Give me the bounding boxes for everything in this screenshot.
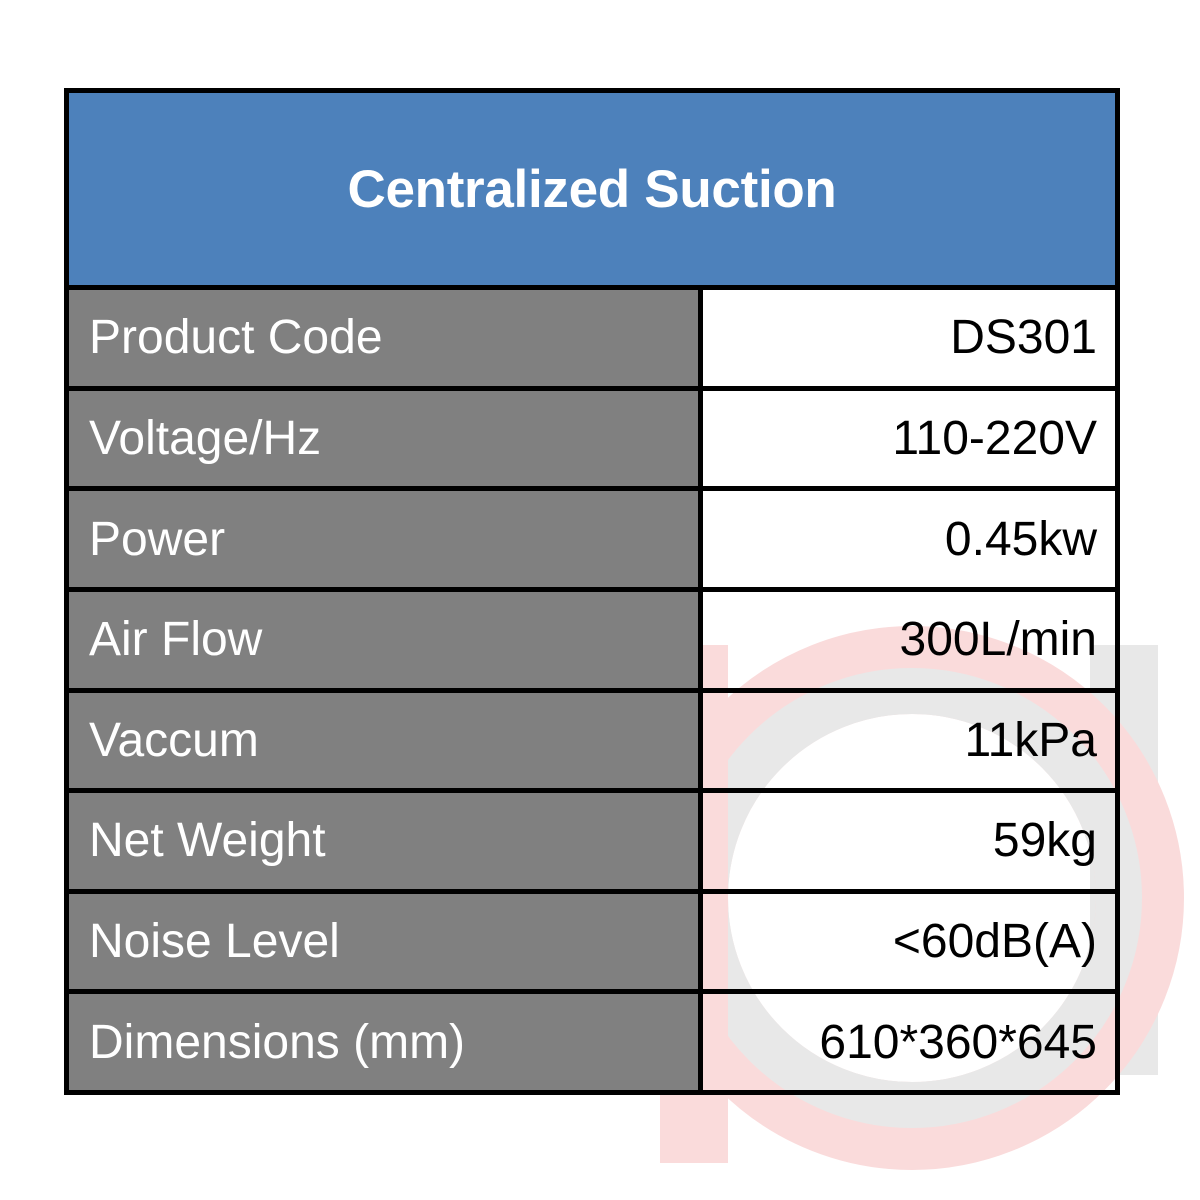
spec-value-voltage-hz: 110-220V xyxy=(892,411,1097,465)
spec-value-noise-level: <60dB(A) xyxy=(892,915,1097,969)
table-row: Product Code DS301 xyxy=(69,290,1115,391)
table-row: Net Weight 59kg xyxy=(69,793,1115,894)
table-row: Air Flow 300L/min xyxy=(69,591,1115,693)
table-row: Noise Level <60dB(A) xyxy=(69,893,1115,995)
spec-label-product-code: Product Code xyxy=(69,290,703,386)
spec-label-noise-level: Noise Level xyxy=(69,893,703,990)
spec-rows-container: Product Code DS301 Voltage/Hz 110-220V P… xyxy=(69,290,1115,1090)
spec-value-air-flow: 300L/min xyxy=(899,613,1097,667)
spec-label-power: Power xyxy=(69,491,703,587)
spec-label-vaccum: Vaccum xyxy=(69,692,703,789)
spec-value-dimensions: 610*360*645 xyxy=(819,1015,1097,1069)
table-row: Power 0.45kw xyxy=(69,491,1115,592)
table-row: Voltage/Hz 110-220V xyxy=(69,390,1115,492)
spec-label-dimensions: Dimensions (mm) xyxy=(69,994,703,1090)
spec-label-voltage-hz: Voltage/Hz xyxy=(69,390,703,487)
product-spec-table: Centralized Suction Product Code DS301 V… xyxy=(64,88,1120,1095)
spec-value-net-weight: 59kg xyxy=(992,814,1097,868)
spec-value-power: 0.45kw xyxy=(944,512,1097,566)
table-header: Centralized Suction xyxy=(69,93,1115,290)
table-row: Dimensions (mm) 610*360*645 xyxy=(69,994,1115,1090)
spec-value-vaccum: 11kPa xyxy=(964,713,1097,767)
spec-value-product-code: DS301 xyxy=(950,311,1097,365)
table-row: Vaccum 11kPa xyxy=(69,692,1115,794)
page-title: Centralized Suction xyxy=(347,159,837,219)
spec-label-net-weight: Net Weight xyxy=(69,793,703,889)
spec-label-air-flow: Air Flow xyxy=(69,591,703,688)
